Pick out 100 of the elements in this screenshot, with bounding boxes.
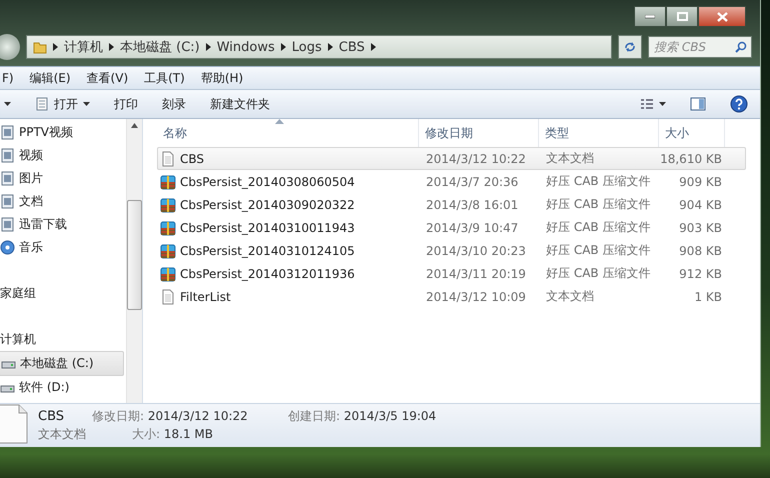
sidebar-item[interactable]: 图片 — [0, 167, 126, 190]
breadcrumb[interactable]: 本地磁盘 (C:) — [120, 38, 200, 56]
refresh-button[interactable] — [618, 35, 642, 59]
table-cell-text: 好压 CAB 压缩文件 — [545, 265, 652, 282]
minimize-button[interactable] — [634, 6, 666, 27]
search-icon — [735, 41, 747, 53]
close-button[interactable] — [698, 6, 746, 27]
refresh-icon — [623, 40, 637, 54]
table-cell-text: 2014/3/11 20:19 — [425, 266, 527, 280]
detail-field: 修改日期: 2014/3/12 10:22 — [92, 408, 288, 424]
sidebar-item[interactable]: 计算机 — [0, 328, 126, 351]
library-icon — [0, 148, 15, 163]
table-cell-text: 912 KB — [678, 266, 723, 280]
table-cell-text: 文本文档 — [545, 150, 595, 167]
address-bar[interactable]: 计算机 本地磁盘 (C:) Windows Logs CBS — [26, 35, 612, 59]
help-icon — [730, 95, 748, 113]
menu-item[interactable]: 编辑(E) — [24, 68, 77, 88]
sidebar-item[interactable]: 软件 (D:) — [0, 376, 126, 399]
toolbar-button[interactable]: 打印 — [102, 92, 150, 116]
menu-item[interactable]: 查看(V) — [80, 68, 134, 88]
file-row[interactable]: CbsPersist_20140312011936 2014/3/11 20:19 好压 CAB 压缩文件 912 KB — [157, 262, 746, 285]
sidebar-item[interactable]: 迅雷下载 — [0, 213, 126, 236]
close-icon — [716, 12, 728, 22]
sidebar-item[interactable]: 本地磁盘 (C:) — [0, 351, 124, 376]
toolbar-button[interactable]: 打开 — [23, 92, 102, 116]
search-field[interactable]: 搜索 CBS — [648, 36, 752, 58]
file-row[interactable]: CbsPersist_20140310011943 2014/3/9 10:47 好压 CAB 压缩文件 903 KB — [157, 216, 746, 239]
toolbar-button[interactable]: 刻录 — [150, 92, 198, 116]
table-cell-text: 好压 CAB 压缩文件 — [545, 196, 652, 213]
file-name: FilterList — [180, 290, 231, 304]
table-cell-text: 909 KB — [678, 174, 723, 188]
list-view-icon — [640, 98, 654, 110]
table-cell-text: 好压 CAB 压缩文件 — [545, 173, 652, 190]
toolbar-button[interactable]: 新建文件夹 — [198, 92, 282, 116]
sidebar-item[interactable]: PPTV视频 — [0, 121, 126, 144]
maximize-icon — [676, 12, 688, 21]
caret-icon — [4, 102, 11, 106]
scrollbar[interactable] — [126, 119, 142, 403]
detail-field: 创建日期: 2014/3/5 19:04 — [288, 408, 508, 424]
breadcrumb[interactable]: Windows — [216, 40, 275, 54]
file-row[interactable]: CBS 2014/3/12 10:22 文本文档 18,610 KB — [157, 147, 746, 170]
table-cell-text: 2014/3/12 10:22 — [425, 152, 527, 166]
breadcrumb[interactable]: 计算机 — [64, 38, 103, 56]
sidebar-item[interactable]: 家庭组 — [0, 282, 126, 305]
archive-icon — [160, 242, 176, 258]
file-type: 文本文档 — [38, 426, 87, 442]
caret-icon — [659, 102, 666, 106]
pane-icon — [690, 97, 706, 111]
table-cell-text: 文本文档 — [545, 288, 595, 305]
library-icon — [0, 194, 15, 209]
table-cell-text: 好压 CAB 压缩文件 — [545, 242, 652, 259]
detail-field: 大小: 18.1 MB — [92, 426, 288, 442]
folder-icon — [33, 40, 47, 54]
caret-icon — [83, 102, 90, 106]
file-row[interactable]: FilterList 2014/3/12 10:09 文本文档 1 KB — [157, 285, 746, 308]
file-row[interactable]: CbsPersist_20140308060504 2014/3/7 20:36 好压 CAB 压缩文件 909 KB — [157, 170, 746, 193]
file-name: CbsPersist_20140310124105 — [180, 244, 355, 258]
minimize-icon — [645, 14, 655, 18]
library-icon — [0, 171, 15, 186]
chevron-icon — [370, 43, 376, 51]
sidebar-item[interactable]: 音乐 — [0, 236, 126, 259]
back-button[interactable] — [0, 34, 20, 60]
menu-item[interactable]: 帮助(H) — [194, 68, 250, 88]
document-icon — [35, 97, 49, 111]
file-row[interactable]: CbsPersist_20140309020322 2014/3/8 16:01 好压 CAB 压缩文件 904 KB — [157, 193, 746, 216]
breadcrumb[interactable]: CBS — [338, 40, 365, 54]
archive-icon — [160, 174, 176, 190]
table-cell-text: 2014/3/9 10:47 — [425, 220, 520, 234]
file-row[interactable]: CbsPersist_20140310124105 2014/3/10 20:23 好压 CAB 压缩文件 908 KB — [157, 239, 746, 262]
archive-icon — [160, 266, 176, 282]
maximize-button[interactable] — [666, 6, 698, 27]
file-name: CbsPersist_20140309020322 — [180, 198, 355, 212]
text-file-icon — [160, 288, 176, 304]
file-name: CBS — [38, 408, 66, 424]
chevron-icon — [53, 43, 58, 51]
library-icon — [0, 217, 15, 232]
chevron-icon — [109, 43, 114, 51]
file-name: CBS — [180, 152, 204, 166]
file-name: CbsPersist_20140308060504 — [180, 174, 355, 188]
chevron-icon — [328, 43, 333, 51]
table-cell-text: 904 KB — [678, 198, 723, 212]
archive-icon — [160, 220, 176, 236]
breadcrumb[interactable]: Logs — [292, 40, 322, 54]
table-cell-text: 2014/3/10 20:23 — [425, 244, 527, 258]
file-name: CbsPersist_20140312011936 — [180, 266, 355, 280]
file-name: CbsPersist_20140310011943 — [180, 220, 355, 234]
table-cell-text: 903 KB — [678, 220, 723, 234]
sidebar-item[interactable]: 文档 — [0, 190, 126, 213]
table-cell-text: 2014/3/8 16:01 — [425, 198, 520, 212]
table-cell-text: 2014/3/7 20:36 — [425, 174, 520, 188]
text-file-icon — [160, 150, 176, 166]
menu-item[interactable]: F) — [0, 69, 20, 87]
scroll-up-icon — [131, 123, 138, 128]
table-cell-text: 908 KB — [678, 244, 723, 258]
table-cell-text: 18,610 KB — [660, 152, 723, 166]
chevron-icon — [280, 43, 286, 51]
menu-item[interactable]: 工具(T) — [138, 68, 191, 88]
archive-icon — [160, 196, 176, 212]
table-cell-text: 1 KB — [693, 290, 723, 304]
sidebar-item[interactable]: 视频 — [0, 144, 126, 167]
